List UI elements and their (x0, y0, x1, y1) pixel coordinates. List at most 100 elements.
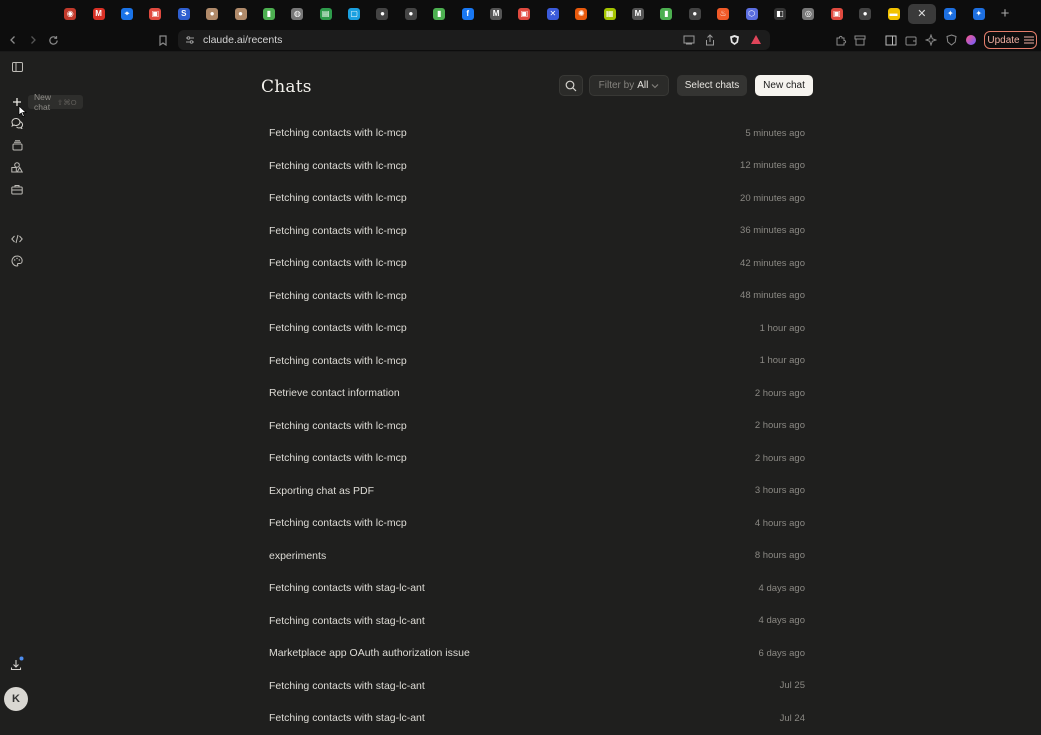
chat-timestamp: Jul 25 (779, 680, 805, 692)
browser-tab[interactable]: ▬ (879, 4, 907, 24)
wallet-button[interactable] (902, 31, 920, 49)
share-icon[interactable] (705, 34, 715, 46)
chat-list-item[interactable]: Fetching contacts with lc-mcp 36 minutes … (261, 215, 813, 248)
chat-timestamp: 1 hour ago (759, 355, 805, 367)
vpn-button[interactable] (942, 31, 960, 49)
browser-tab[interactable]: f (453, 4, 481, 24)
chat-list-item[interactable]: Fetching contacts with stag-lc-ant Jul 24 (261, 702, 813, 735)
mouse-cursor-icon (18, 105, 27, 118)
chat-list-item[interactable]: Fetching contacts with stag-lc-ant 4 days… (261, 605, 813, 638)
browser-tab[interactable]: ● (198, 4, 226, 24)
chat-list-item[interactable]: Fetching contacts with lc-mcp 1 hour ago (261, 345, 813, 378)
projects-rail-button[interactable] (7, 135, 27, 155)
browser-tab[interactable]: M (482, 4, 510, 24)
forward-button[interactable] (24, 31, 42, 49)
browser-tab[interactable]: ▮ (425, 4, 453, 24)
sidebar-toggle-button[interactable] (882, 31, 900, 49)
browser-tab[interactable]: S (170, 4, 198, 24)
reload-button[interactable] (44, 31, 62, 49)
chat-title: Fetching contacts with stag-lc-ant (269, 712, 425, 725)
chart-icon: ▮ (660, 8, 673, 20)
hexagon-icon: ⬡ (745, 8, 758, 20)
browser-tab[interactable]: ▦ (595, 4, 623, 24)
browser-tab[interactable]: ▮ (255, 4, 283, 24)
search-button[interactable] (559, 75, 583, 96)
back-button[interactable] (4, 31, 22, 49)
browser-tab[interactable]: ● (368, 4, 396, 24)
palette-rail-button[interactable] (7, 251, 27, 271)
filter-dropdown[interactable]: Filter by All (589, 75, 669, 96)
code-rail-button[interactable] (7, 229, 27, 249)
brave-rewards-icon[interactable] (750, 34, 762, 45)
browser-tab[interactable]: ◍ (283, 4, 311, 24)
browser-tab[interactable]: ◉ (56, 4, 84, 24)
chat-list-item[interactable]: Fetching contacts with lc-mcp 42 minutes … (261, 247, 813, 280)
chart-icon: ▮ (433, 8, 446, 20)
puzzle-icon (836, 35, 847, 46)
profile-button[interactable] (962, 31, 980, 49)
browser-tab[interactable]: ▢ (340, 4, 368, 24)
browser-tab[interactable]: ● (226, 4, 254, 24)
browser-tab[interactable]: ▤ (312, 4, 340, 24)
browser-tab[interactable]: ✺ (567, 4, 595, 24)
chat-app-icon: ◎ (802, 8, 815, 20)
select-chats-button[interactable]: Select chats (677, 75, 747, 96)
artifacts-rail-button[interactable] (7, 157, 27, 177)
browser-tab[interactable]: ▣ (141, 4, 169, 24)
tooltip-label: New chat (34, 92, 52, 112)
browser-tab[interactable]: ▮ (652, 4, 680, 24)
browser-tab[interactable]: ◧ (766, 4, 794, 24)
chat-list-item[interactable]: Retrieve contact information 2 hours ago (261, 377, 813, 410)
browser-tab[interactable]: ● (851, 4, 879, 24)
new-chat-button[interactable]: New chat (755, 75, 813, 96)
toolbox-rail-button[interactable] (7, 179, 27, 199)
browser-tab[interactable]: ⬡ (737, 4, 765, 24)
chat-timestamp: 1 hour ago (759, 322, 805, 334)
chat-list-item[interactable]: Fetching contacts with lc-mcp 4 hours ago (261, 507, 813, 540)
address-bar[interactable]: claude.ai/recents (178, 30, 770, 50)
extensions-button[interactable] (832, 31, 850, 49)
chat-list-item[interactable]: Fetching contacts with lc-mcp 20 minutes … (261, 182, 813, 215)
brave-shield-icon[interactable] (729, 34, 740, 46)
chat-list-item[interactable]: Exporting chat as PDF 3 hours ago (261, 475, 813, 508)
filter-value: All (637, 80, 649, 91)
browser-tab[interactable]: ✦ (936, 4, 964, 24)
browser-tab[interactable]: ◎ (794, 4, 822, 24)
browser-tab[interactable]: ● (681, 4, 709, 24)
calculator-icon: ▤ (319, 8, 332, 20)
new-tab-button[interactable]: + (998, 5, 1012, 22)
reading-list-button[interactable] (851, 31, 869, 49)
gear-app-icon: ✺ (575, 8, 588, 20)
chat-list-item[interactable]: Fetching contacts with lc-mcp 2 hours ago (261, 442, 813, 475)
chat-list-item[interactable]: Fetching contacts with lc-mcp 12 minutes … (261, 150, 813, 183)
claude-app: New chat ⇧⌘O K Chats Filter by All Selec… (0, 53, 1041, 724)
chat-list-item[interactable]: Fetching contacts with lc-mcp 48 minutes … (261, 280, 813, 313)
browser-tab[interactable]: M (624, 4, 652, 24)
browser-tab[interactable]: ♨ (709, 4, 737, 24)
chat-list-item[interactable]: Fetching contacts with lc-mcp 5 minutes a… (261, 117, 813, 150)
chat-timestamp: 4 hours ago (754, 517, 805, 529)
browser-tab[interactable]: ⌖ (113, 4, 141, 24)
chat-timestamp: 42 minutes ago (740, 257, 805, 269)
bookmark-button[interactable] (154, 31, 172, 49)
browser-tab[interactable]: ✕ (907, 4, 937, 24)
chat-list-item[interactable]: Fetching contacts with lc-mcp 2 hours ago (261, 410, 813, 443)
browser-tab[interactable]: M (84, 4, 112, 24)
avatar-favicon-icon: ● (234, 8, 247, 20)
chat-list-item[interactable]: Fetching contacts with lc-mcp 1 hour ago (261, 312, 813, 345)
avatar[interactable]: K (4, 687, 28, 711)
leo-ai-button[interactable] (922, 31, 940, 49)
update-button[interactable]: Update (984, 31, 1037, 49)
browser-tab[interactable]: ▣ (823, 4, 851, 24)
sidebar-toggle[interactable] (7, 57, 27, 77)
chat-list-item[interactable]: Fetching contacts with stag-lc-ant 4 days… (261, 572, 813, 605)
download-app-button[interactable] (9, 656, 25, 672)
chat-list-item[interactable]: Marketplace app OAuth authorization issu… (261, 637, 813, 670)
browser-tab[interactable]: ● (397, 4, 425, 24)
browser-tab[interactable]: ✦ (965, 4, 993, 24)
browser-tab[interactable]: ▣ (510, 4, 538, 24)
browser-tab[interactable]: ✕ (539, 4, 567, 24)
chat-list-item[interactable]: Fetching contacts with stag-lc-ant Jul 25 (261, 670, 813, 703)
github-icon: ● (404, 8, 417, 20)
chat-list-item[interactable]: experiments 8 hours ago (261, 540, 813, 573)
